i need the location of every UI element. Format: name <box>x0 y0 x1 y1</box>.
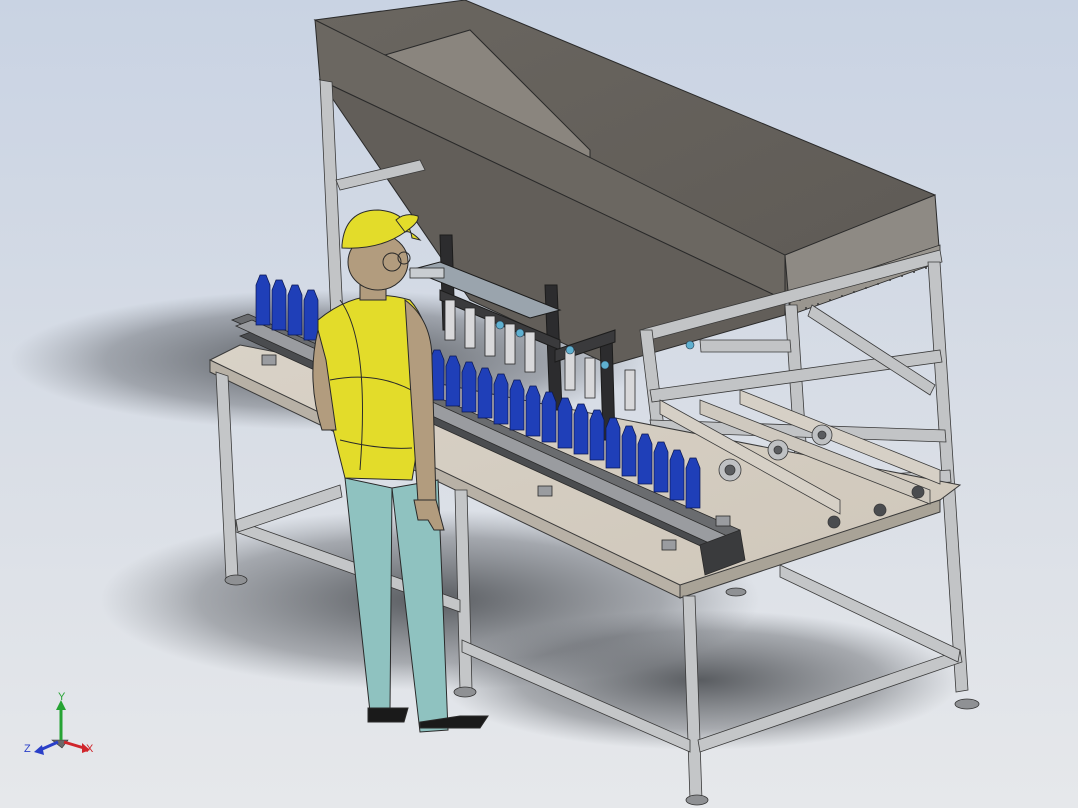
machine-assembly-model[interactable] <box>0 0 1078 808</box>
x-axis-arrow <box>63 740 85 750</box>
axis-z-label: Z <box>24 743 31 755</box>
orientation-triad[interactable]: Y X Z <box>22 690 102 762</box>
axis-x-label: X <box>86 743 94 755</box>
cad-viewport[interactable]: Y X Z <box>0 0 1078 808</box>
axis-y-label: Y <box>58 691 66 703</box>
person-shoes <box>367 707 409 723</box>
